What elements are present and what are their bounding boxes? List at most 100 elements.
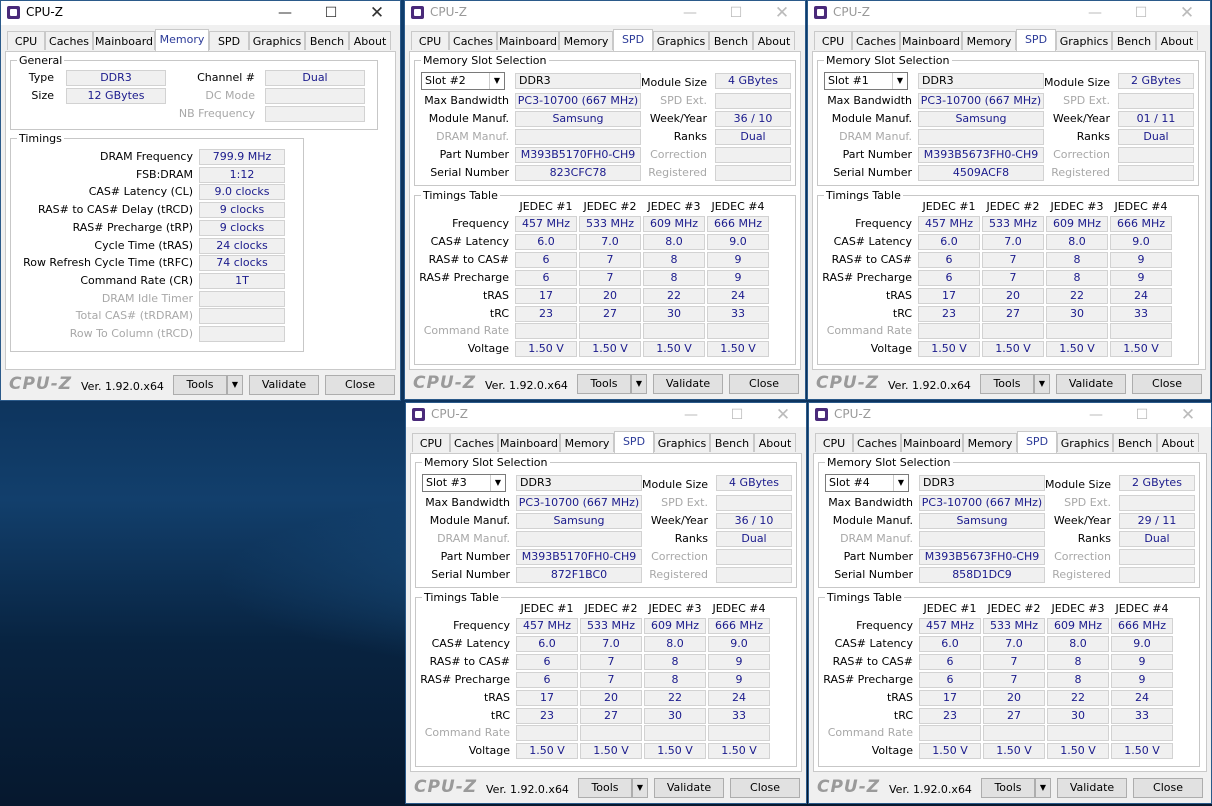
minimize-icon[interactable]: — xyxy=(668,403,714,427)
slot-dropdown-arrow-icon[interactable]: ▼ xyxy=(490,475,505,491)
cpuz-spd-window-slot-3[interactable]: CPU-Z — ☐ ✕ CPU Caches Mainboard Memory … xyxy=(405,402,807,804)
tab-caches[interactable]: Caches xyxy=(852,31,900,50)
slot-dropdown-arrow-icon[interactable]: ▼ xyxy=(489,73,504,89)
tab-cpu[interactable]: CPU xyxy=(412,433,450,452)
tab-memory[interactable]: Memory xyxy=(962,31,1016,50)
slot-select[interactable]: Slot #3 ▼ xyxy=(422,474,506,492)
tab-about[interactable]: About xyxy=(1157,433,1199,452)
title-bar[interactable]: CPU-Z — ☐ ✕ xyxy=(405,1,805,25)
timings-group[interactable]: Timings DRAM Frequency 799.9 MHz FSB:DRAM 1… xyxy=(10,132,304,352)
tab-bench[interactable]: Bench xyxy=(1112,31,1156,50)
maximize-icon[interactable]: ☐ xyxy=(1118,1,1164,25)
tab-mainboard[interactable]: Mainboard xyxy=(497,31,559,50)
tab-about[interactable]: About xyxy=(349,31,391,50)
tab-cpu[interactable]: CPU xyxy=(7,31,45,50)
tab-about[interactable]: About xyxy=(754,433,796,452)
tab-spd[interactable]: SPD xyxy=(614,431,654,453)
tools-button[interactable]: Tools xyxy=(981,778,1035,798)
timing-value: 1T xyxy=(199,272,285,289)
cpuz-spd-window-slot-2[interactable]: CPU-Z — ☐ ✕ CPU Caches Mainboard Memory … xyxy=(807,0,1211,400)
tab-spd[interactable]: SPD xyxy=(1016,29,1056,51)
title-bar[interactable]: CPU-Z — ☐ ✕ xyxy=(808,1,1210,25)
tab-cpu[interactable]: CPU xyxy=(814,31,852,50)
validate-button[interactable]: Validate xyxy=(1056,374,1126,394)
slot-select[interactable]: Slot #2 ▼ xyxy=(421,72,505,90)
title-bar[interactable]: CPU-Z — ☐ ✕ xyxy=(1,1,400,25)
timings-cell: 533 MHz xyxy=(580,618,642,634)
tab-bench[interactable]: Bench xyxy=(1113,433,1157,452)
tab-caches[interactable]: Caches xyxy=(853,433,901,452)
maximize-icon[interactable]: ☐ xyxy=(714,403,760,427)
slot-select[interactable]: Slot #1 ▼ xyxy=(824,72,908,90)
close-button[interactable]: Close xyxy=(1133,778,1203,798)
timings-cell xyxy=(1111,725,1173,742)
timings-cell: 7 xyxy=(579,269,641,286)
tab-graphics[interactable]: Graphics xyxy=(1057,433,1113,452)
slot-dropdown-arrow-icon[interactable]: ▼ xyxy=(892,73,907,89)
tab-cpu[interactable]: CPU xyxy=(411,31,449,50)
tab-mainboard[interactable]: Mainboard xyxy=(900,31,962,50)
timings-cell: 533 MHz xyxy=(982,216,1044,232)
tab-spd[interactable]: SPD xyxy=(209,31,249,50)
validate-button[interactable]: Validate xyxy=(1057,778,1127,798)
close-button[interactable]: Close xyxy=(325,375,395,395)
tab-cpu[interactable]: CPU xyxy=(815,433,853,452)
title-bar[interactable]: CPU-Z — ☐ ✕ xyxy=(809,403,1211,427)
close-window-icon[interactable]: ✕ xyxy=(1164,1,1210,25)
tab-graphics[interactable]: Graphics xyxy=(249,31,305,50)
tools-dropdown-arrow-icon[interactable]: ▼ xyxy=(632,778,648,798)
tab-mainboard[interactable]: Mainboard xyxy=(901,433,963,452)
maximize-icon[interactable]: ☐ xyxy=(713,1,759,25)
tab-graphics[interactable]: Graphics xyxy=(653,31,709,50)
tab-bench[interactable]: Bench xyxy=(305,31,349,50)
title-bar[interactable]: CPU-Z — ☐ ✕ xyxy=(406,403,806,427)
close-button[interactable]: Close xyxy=(730,778,800,798)
close-window-icon[interactable]: ✕ xyxy=(354,1,400,25)
validate-button[interactable]: Validate xyxy=(654,778,724,798)
close-window-icon[interactable]: ✕ xyxy=(760,403,806,427)
cpuz-memory-window[interactable]: CPU-Z — ☐ ✕ CPU Caches Mainboard Memory … xyxy=(0,0,401,401)
tab-caches[interactable]: Caches xyxy=(449,31,497,50)
maximize-icon[interactable]: ☐ xyxy=(308,1,354,25)
close-button[interactable]: Close xyxy=(729,374,799,394)
validate-button[interactable]: Validate xyxy=(249,375,319,395)
tools-button[interactable]: Tools xyxy=(980,374,1034,394)
tab-memory[interactable]: Memory xyxy=(155,29,209,51)
tools-dropdown-arrow-icon[interactable]: ▼ xyxy=(227,375,243,395)
minimize-icon[interactable]: — xyxy=(262,1,308,25)
close-button[interactable]: Close xyxy=(1132,374,1202,394)
minimize-icon[interactable]: — xyxy=(1073,403,1119,427)
maximize-icon[interactable]: ☐ xyxy=(1119,403,1165,427)
tools-button[interactable]: Tools xyxy=(577,374,631,394)
tab-spd[interactable]: SPD xyxy=(1017,431,1057,453)
tab-mainboard[interactable]: Mainboard xyxy=(93,31,155,50)
close-window-icon[interactable]: ✕ xyxy=(1165,403,1211,427)
tools-dropdown-arrow-icon[interactable]: ▼ xyxy=(1035,778,1051,798)
tools-dropdown-arrow-icon[interactable]: ▼ xyxy=(631,374,647,394)
tab-caches[interactable]: Caches xyxy=(45,31,93,50)
validate-button[interactable]: Validate xyxy=(653,374,723,394)
tab-bench[interactable]: Bench xyxy=(709,31,753,50)
tab-memory[interactable]: Memory xyxy=(963,433,1017,452)
tab-spd[interactable]: SPD xyxy=(613,29,653,51)
tab-about[interactable]: About xyxy=(1156,31,1198,50)
tools-dropdown-arrow-icon[interactable]: ▼ xyxy=(1034,374,1050,394)
minimize-icon[interactable]: — xyxy=(667,1,713,25)
tab-memory[interactable]: Memory xyxy=(560,433,614,452)
minimize-icon[interactable]: — xyxy=(1072,1,1118,25)
slot-select[interactable]: Slot #4 ▼ xyxy=(825,474,909,492)
timings-cell: 1.50 V xyxy=(982,341,1044,358)
tab-graphics[interactable]: Graphics xyxy=(654,433,710,452)
tab-about[interactable]: About xyxy=(753,31,795,50)
cpuz-spd-window-slot-4[interactable]: CPU-Z — ☐ ✕ CPU Caches Mainboard Memory … xyxy=(808,402,1212,804)
tab-graphics[interactable]: Graphics xyxy=(1056,31,1112,50)
close-window-icon[interactable]: ✕ xyxy=(759,1,805,25)
tab-memory[interactable]: Memory xyxy=(559,31,613,50)
tab-bench[interactable]: Bench xyxy=(710,433,754,452)
slot-dropdown-arrow-icon[interactable]: ▼ xyxy=(893,475,908,491)
tools-button[interactable]: Tools xyxy=(173,375,227,395)
tab-mainboard[interactable]: Mainboard xyxy=(498,433,560,452)
cpuz-spd-window-slot-1[interactable]: CPU-Z — ☐ ✕ CPU Caches Mainboard Memory … xyxy=(404,0,806,400)
tools-button[interactable]: Tools xyxy=(578,778,632,798)
tab-caches[interactable]: Caches xyxy=(450,433,498,452)
